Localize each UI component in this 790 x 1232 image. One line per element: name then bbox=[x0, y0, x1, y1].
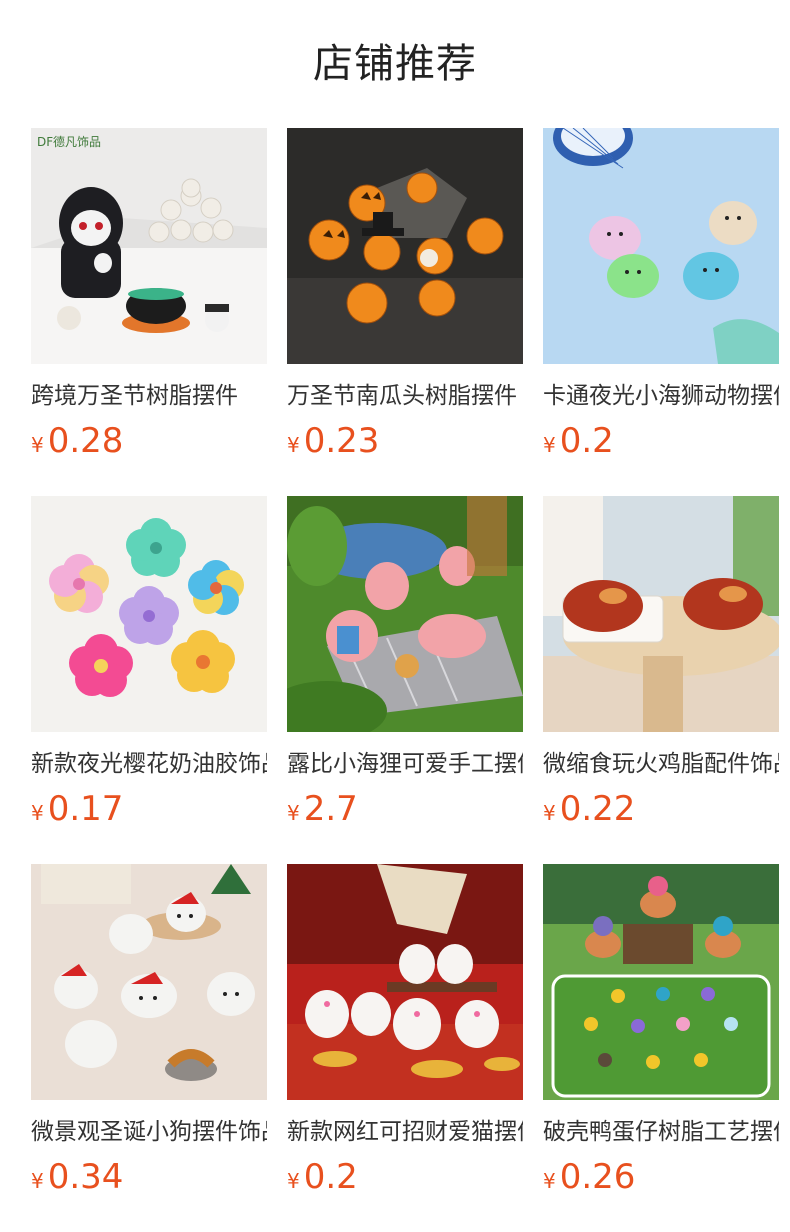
sakura-flower-image bbox=[31, 496, 267, 732]
product-card[interactable]: 露比小海狸可爱手工摆件 ¥2.7 bbox=[287, 496, 523, 829]
product-image[interactable] bbox=[287, 128, 523, 364]
product-image[interactable]: DF 德凡饰品 bbox=[31, 128, 267, 364]
currency-symbol: ¥ bbox=[543, 1169, 556, 1193]
currency-symbol: ¥ bbox=[287, 801, 300, 825]
lucky-cat-image bbox=[287, 864, 523, 1100]
product-card[interactable]: 破壳鸭蛋仔树脂工艺摆件 ¥0.26 bbox=[543, 864, 779, 1197]
price-amount: 0.22 bbox=[559, 789, 636, 829]
halloween-skeleton-image: DF 德凡饰品 bbox=[31, 128, 267, 364]
product-price: ¥0.34 bbox=[31, 1157, 267, 1197]
glow-sea-lion-image bbox=[543, 128, 779, 364]
section-title: 店铺推荐 bbox=[313, 41, 477, 87]
price-amount: 2.7 bbox=[303, 789, 358, 829]
duck-egg-image bbox=[543, 864, 779, 1100]
product-image[interactable] bbox=[543, 128, 779, 364]
product-image[interactable] bbox=[543, 864, 779, 1100]
product-image[interactable] bbox=[543, 496, 779, 732]
product-image[interactable] bbox=[287, 864, 523, 1100]
price-amount: 0.2 bbox=[559, 421, 614, 461]
product-card[interactable]: 微景观圣诞小狗摆件饰品 ¥0.34 bbox=[31, 864, 267, 1197]
product-image[interactable] bbox=[287, 496, 523, 732]
miniature-turkey-image bbox=[543, 496, 779, 732]
product-name[interactable]: 破壳鸭蛋仔树脂工艺摆件 bbox=[543, 1117, 779, 1147]
price-amount: 0.34 bbox=[47, 1157, 124, 1197]
product-card[interactable]: 卡通夜光小海狮动物摆件 ¥0.2 bbox=[543, 128, 779, 461]
product-price: ¥0.2 bbox=[287, 1157, 523, 1197]
currency-symbol: ¥ bbox=[287, 1169, 300, 1193]
product-price: ¥0.17 bbox=[31, 789, 267, 829]
price-amount: 0.28 bbox=[47, 421, 124, 461]
product-price: ¥0.26 bbox=[543, 1157, 779, 1197]
price-amount: 0.23 bbox=[303, 421, 380, 461]
currency-symbol: ¥ bbox=[543, 433, 556, 457]
currency-symbol: ¥ bbox=[287, 433, 300, 457]
price-amount: 0.17 bbox=[47, 789, 124, 829]
product-name[interactable]: 微缩食玩火鸡脂配件饰品 bbox=[543, 749, 779, 779]
product-price: ¥0.22 bbox=[543, 789, 779, 829]
product-card[interactable]: 微缩食玩火鸡脂配件饰品 ¥0.22 bbox=[543, 496, 779, 829]
product-card[interactable]: DF 德凡饰品 跨境万圣节树脂摆件 ¥ 0.28 bbox=[31, 128, 267, 461]
product-name[interactable]: 露比小海狸可爱手工摆件 bbox=[287, 749, 523, 779]
price-amount: 0.26 bbox=[559, 1157, 636, 1197]
product-name[interactable]: 跨境万圣节树脂摆件 bbox=[31, 381, 267, 411]
product-name[interactable]: 万圣节南瓜头树脂摆件 bbox=[287, 381, 523, 411]
product-card[interactable]: 新款夜光樱花奶油胶饰品 ¥0.17 bbox=[31, 496, 267, 829]
price-amount: 0.2 bbox=[303, 1157, 358, 1197]
currency-symbol: ¥ bbox=[31, 1169, 44, 1193]
svg-text:DF: DF bbox=[37, 135, 53, 149]
beaver-picnic-image bbox=[287, 496, 523, 732]
product-price: ¥2.7 bbox=[287, 789, 523, 829]
currency-symbol: ¥ bbox=[31, 801, 44, 825]
product-name[interactable]: 新款夜光樱花奶油胶饰品 bbox=[31, 749, 267, 779]
currency-symbol: ¥ bbox=[31, 433, 44, 457]
currency-symbol: ¥ bbox=[543, 801, 556, 825]
product-name[interactable]: 微景观圣诞小狗摆件饰品 bbox=[31, 1117, 267, 1147]
svg-text:德凡饰品: 德凡饰品 bbox=[53, 134, 101, 149]
product-price: ¥0.2 bbox=[543, 421, 779, 461]
product-name[interactable]: 新款网红可招财爱猫摆件 bbox=[287, 1117, 523, 1147]
product-price: ¥0.28 bbox=[31, 421, 267, 461]
product-image[interactable] bbox=[31, 864, 267, 1100]
product-image[interactable] bbox=[31, 496, 267, 732]
product-price: ¥0.23 bbox=[287, 421, 523, 461]
product-card[interactable]: 万圣节南瓜头树脂摆件 ¥0.23 bbox=[287, 128, 523, 461]
christmas-puppy-image bbox=[31, 864, 267, 1100]
product-card[interactable]: 新款网红可招财爱猫摆件 ¥0.2 bbox=[287, 864, 523, 1197]
product-name[interactable]: 卡通夜光小海狮动物摆件 bbox=[543, 381, 779, 411]
halloween-pumpkin-image bbox=[287, 128, 523, 364]
